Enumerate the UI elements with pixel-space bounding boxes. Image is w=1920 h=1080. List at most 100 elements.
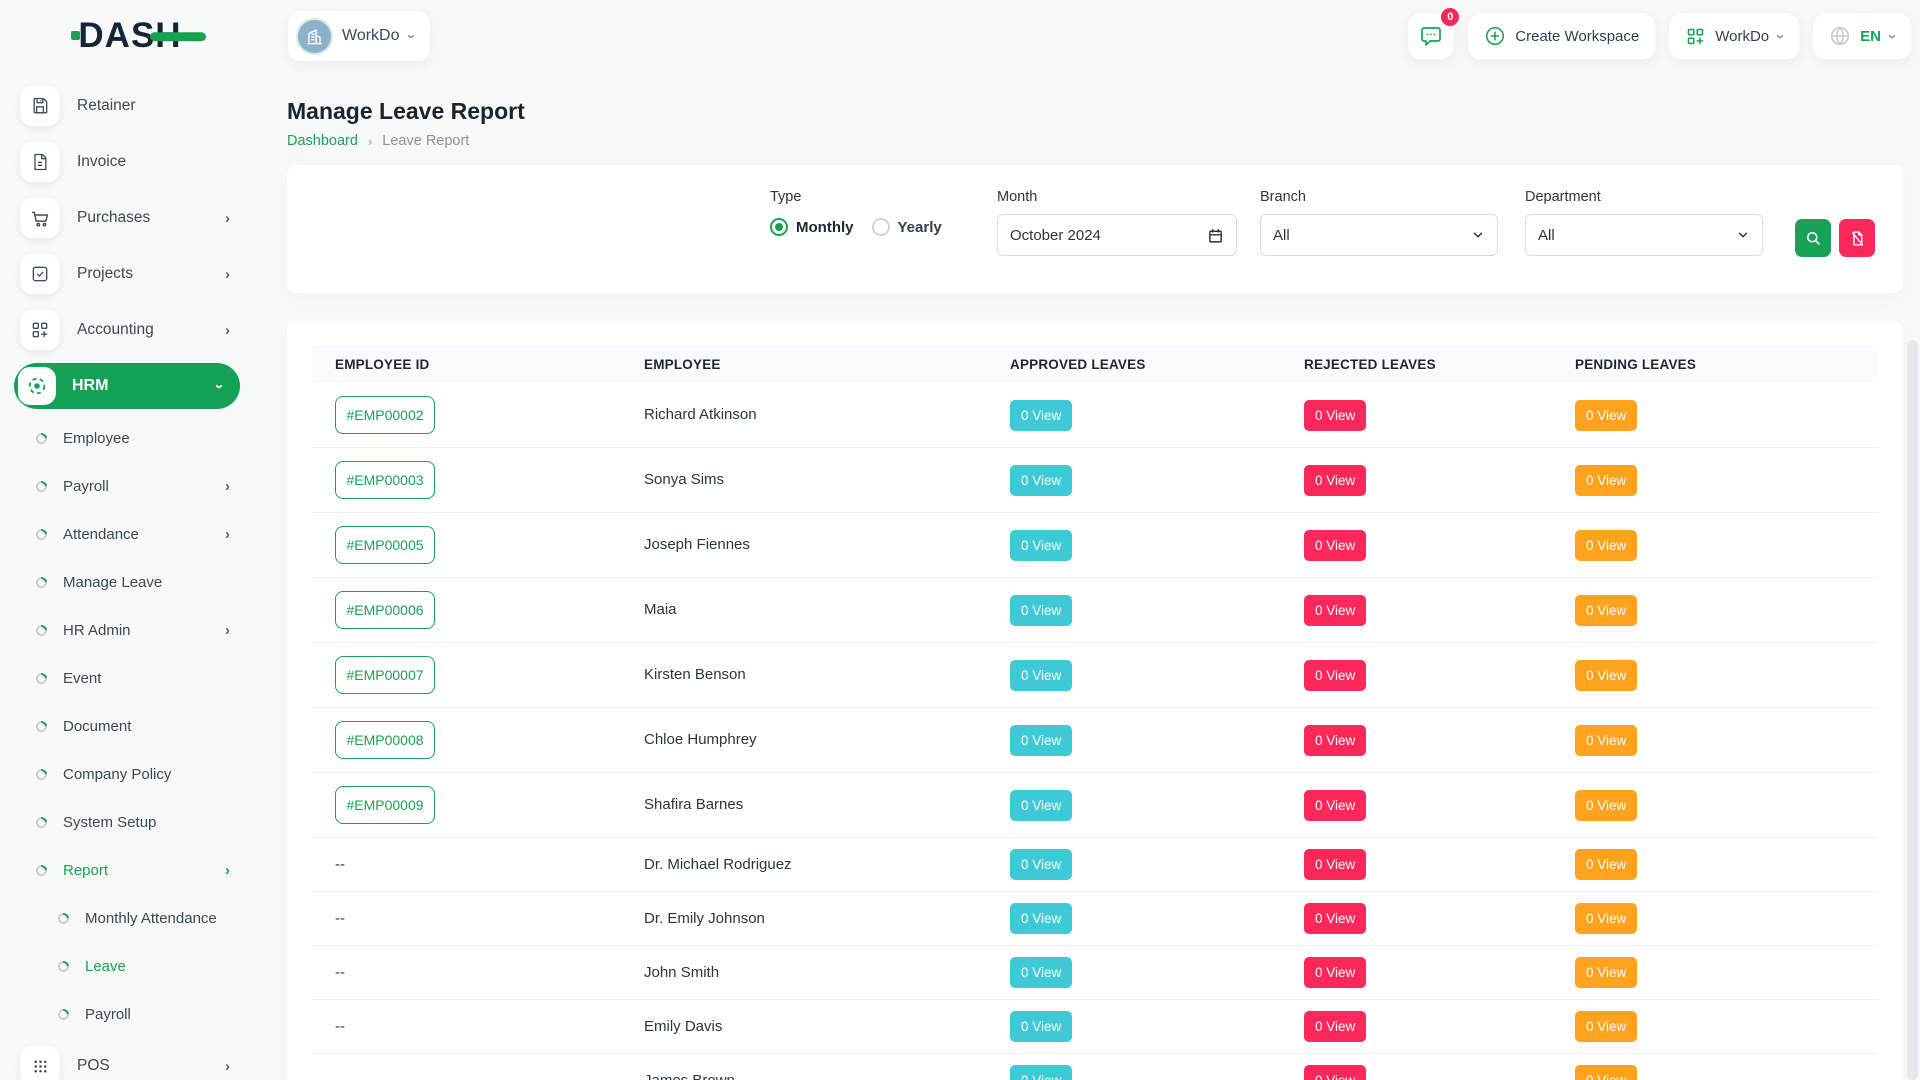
pending-view-button[interactable]: 0 View [1575,400,1637,431]
type-label: Type [770,189,942,205]
radio-yearly[interactable]: Yearly [872,218,942,236]
sidebar-item-label: Employee [63,430,130,447]
sidebar-item-projects[interactable]: Projects › [0,246,260,302]
sidebar-item-hr-admin[interactable]: HR Admin › [0,606,260,654]
approved-view-button[interactable]: 0 View [1010,849,1072,880]
sidebar-item-attendance[interactable]: Attendance › [0,510,260,558]
main-content: Manage Leave Report Dashboard › Leave Re… [260,98,1920,1080]
pending-view-button[interactable]: 0 View [1575,790,1637,821]
approved-view-button[interactable]: 0 View [1010,660,1072,691]
employee-id-chip[interactable]: #EMP00003 [335,461,435,499]
pending-view-button[interactable]: 0 View [1575,595,1637,626]
table-row: #EMP00003 Sonya Sims 0 View 0 View 0 Vie… [312,448,1878,513]
app-logo[interactable]: DASH [78,16,181,56]
employee-id-chip[interactable]: #EMP00006 [335,591,435,629]
employee-name: Emily Davis [644,1018,722,1035]
sidebar-item-system-setup[interactable]: System Setup [0,798,260,846]
sidebar-item-report-payroll[interactable]: Payroll [0,990,260,1038]
table-row: #EMP00008 Chloe Humphrey 0 View 0 View 0… [312,708,1878,773]
approved-view-button[interactable]: 0 View [1010,725,1072,756]
approved-view-button[interactable]: 0 View [1010,595,1072,626]
sidebar-item-report[interactable]: Report › [0,846,260,894]
invoice-icon [20,142,60,182]
sidebar-item-monthly-attendance[interactable]: Monthly Attendance [0,894,260,942]
sidebar-item-accounting[interactable]: Accounting › [0,302,260,358]
pending-view-button[interactable]: 0 View [1575,1065,1637,1080]
search-button[interactable] [1795,219,1831,257]
chevron-right-icon: › [225,322,230,339]
pending-view-button[interactable]: 0 View [1575,530,1637,561]
approved-view-button[interactable]: 0 View [1010,903,1072,934]
chevron-down-icon: › [211,384,228,389]
reset-filter-button[interactable] [1839,219,1875,257]
sidebar-item-pos[interactable]: POS › [0,1038,260,1080]
branch-select[interactable]: All [1260,214,1498,256]
rejected-view-button[interactable]: 0 View [1304,1011,1366,1042]
pending-view-button[interactable]: 0 View [1575,465,1637,496]
sidebar-item-hrm[interactable]: HRM › [14,363,240,409]
rejected-view-button[interactable]: 0 View [1304,725,1366,756]
table-row: -- Emily Davis 0 View 0 View 0 View [312,1000,1878,1054]
workspace-avatar [296,18,333,55]
approved-view-button[interactable]: 0 View [1010,790,1072,821]
employee-id-chip[interactable]: #EMP00007 [335,656,435,694]
sidebar-item-event[interactable]: Event [0,654,260,702]
pending-view-button[interactable]: 0 View [1575,1011,1637,1042]
page-scrollbar[interactable] [1907,340,1918,1080]
create-workspace-button[interactable]: Create Workspace [1467,12,1656,60]
rejected-view-button[interactable]: 0 View [1304,1065,1366,1080]
sidebar-item-company-policy[interactable]: Company Policy [0,750,260,798]
bullet-icon [56,958,71,973]
pending-view-button[interactable]: 0 View [1575,849,1637,880]
rejected-view-button[interactable]: 0 View [1304,465,1366,496]
breadcrumb-dashboard-link[interactable]: Dashboard [287,133,358,149]
messages-button[interactable]: 0 [1407,12,1455,60]
pending-view-button[interactable]: 0 View [1575,957,1637,988]
sidebar-item-leave[interactable]: Leave [0,942,260,990]
workspace-switcher[interactable]: WorkDo › [1668,12,1800,60]
approved-view-button[interactable]: 0 View [1010,465,1072,496]
rejected-view-button[interactable]: 0 View [1304,400,1366,431]
sidebar-item-purchases[interactable]: Purchases › [0,190,260,246]
employee-id-chip[interactable]: #EMP00002 [335,396,435,434]
department-select[interactable]: All [1525,214,1763,256]
pending-view-button[interactable]: 0 View [1575,903,1637,934]
page-title: Manage Leave Report [287,98,1903,125]
logo-accent-bar [150,32,206,41]
language-selector[interactable]: EN › [1812,12,1912,60]
col-pending-leaves: PENDING LEAVES [1575,357,1878,372]
employee-id-chip[interactable]: #EMP00005 [335,526,435,564]
pending-view-button[interactable]: 0 View [1575,660,1637,691]
pending-view-button[interactable]: 0 View [1575,725,1637,756]
chevron-right-icon: › [225,526,230,543]
sidebar-item-employee[interactable]: Employee [0,414,260,462]
employee-id-chip[interactable]: #EMP00009 [335,786,435,824]
radio-monthly[interactable]: Monthly [770,218,854,236]
sidebar-item-document[interactable]: Document [0,702,260,750]
approved-view-button[interactable]: 0 View [1010,957,1072,988]
month-input[interactable]: October 2024 [997,214,1237,256]
rejected-view-button[interactable]: 0 View [1304,849,1366,880]
rejected-view-button[interactable]: 0 View [1304,660,1366,691]
sidebar-item-manage-leave[interactable]: Manage Leave [0,558,260,606]
rejected-view-button[interactable]: 0 View [1304,790,1366,821]
sidebar-item-invoice[interactable]: Invoice [0,134,260,190]
approved-view-button[interactable]: 0 View [1010,530,1072,561]
workspace-button[interactable]: WorkDo › [287,10,431,62]
hrm-icon [18,367,56,405]
bullet-icon [34,478,49,493]
employee-name: Dr. Emily Johnson [644,910,765,927]
sidebar-item-label: System Setup [63,814,156,831]
approved-view-button[interactable]: 0 View [1010,1011,1072,1042]
approved-view-button[interactable]: 0 View [1010,400,1072,431]
employee-name: James Brown [644,1072,735,1080]
rejected-view-button[interactable]: 0 View [1304,957,1366,988]
sidebar-item-retainer[interactable]: Retainer [0,78,260,134]
rejected-view-button[interactable]: 0 View [1304,530,1366,561]
rejected-view-button[interactable]: 0 View [1304,595,1366,626]
approved-view-button[interactable]: 0 View [1010,1065,1072,1080]
rejected-view-button[interactable]: 0 View [1304,903,1366,934]
sidebar-item-label: Manage Leave [63,574,162,591]
sidebar-item-payroll[interactable]: Payroll › [0,462,260,510]
employee-id-chip[interactable]: #EMP00008 [335,721,435,759]
